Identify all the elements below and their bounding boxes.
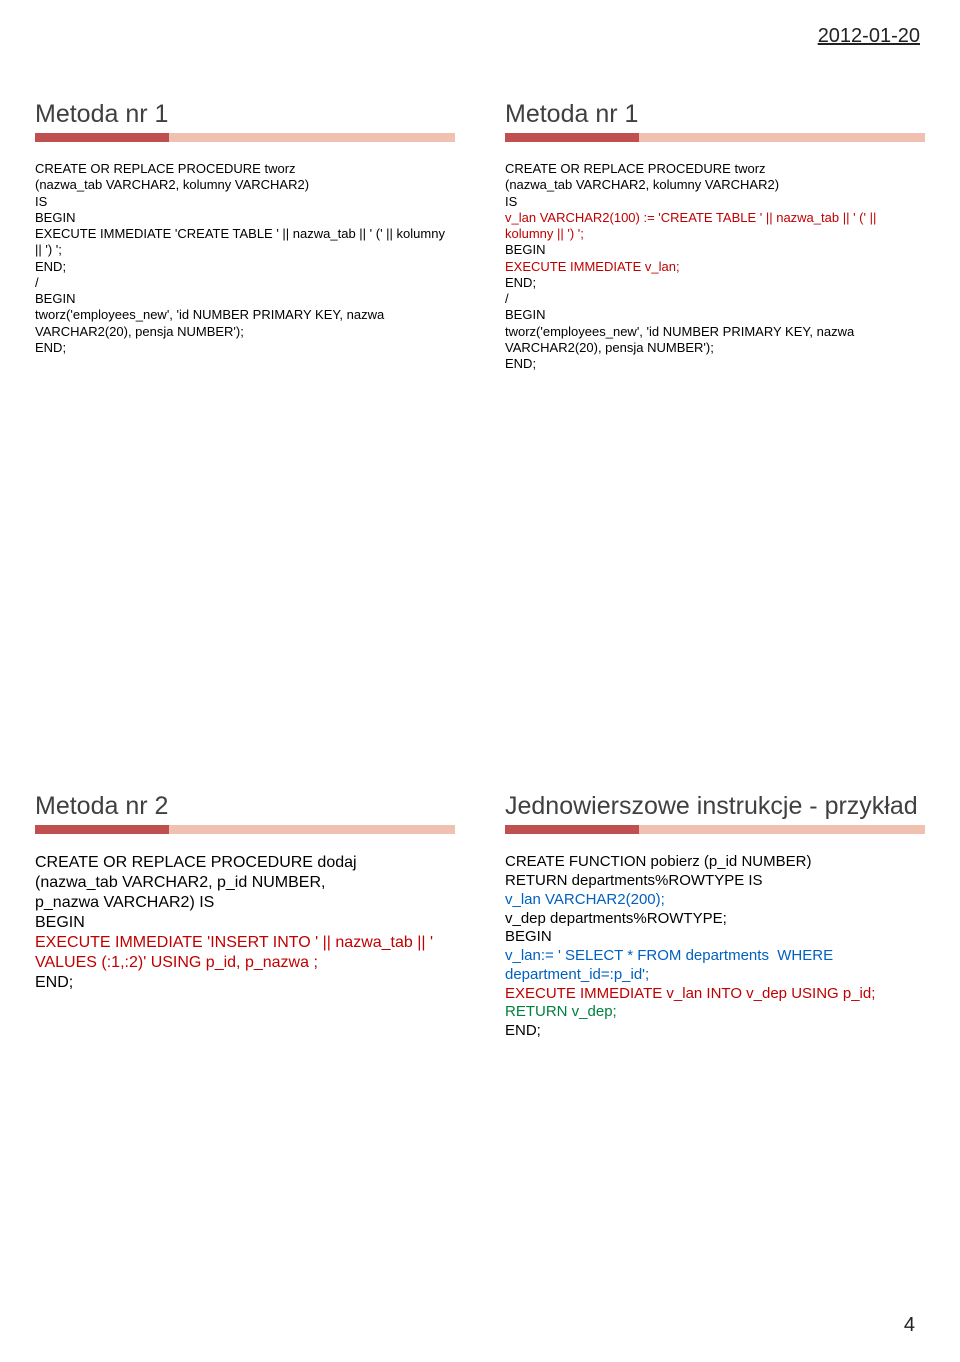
code-block: CREATE FUNCTION pobierz (p_id NUMBER)RET… xyxy=(505,853,925,1041)
slide-3: Metoda nr 2 CREATE OR REPLACE PROCEDURE … xyxy=(35,792,455,1041)
slide-4: Jednowierszowe instrukcje - przykład CRE… xyxy=(505,792,925,1041)
code-block: CREATE OR REPLACE PROCEDURE dodaj(nazwa_… xyxy=(35,853,455,993)
page-number: 4 xyxy=(904,1314,915,1337)
title-underline xyxy=(505,825,925,843)
slide-title: Jednowierszowe instrukcje - przykład xyxy=(505,792,925,821)
title-underline xyxy=(35,133,455,151)
slide-title: Metoda nr 1 xyxy=(505,100,925,129)
title-underline xyxy=(35,825,455,843)
code-block: CREATE OR REPLACE PROCEDURE tworz(nazwa_… xyxy=(505,161,925,372)
slide-2: Metoda nr 1 CREATE OR REPLACE PROCEDURE … xyxy=(505,100,925,372)
page-date: 2012-01-20 xyxy=(818,25,920,48)
slide-title: Metoda nr 1 xyxy=(35,100,455,129)
slides-grid: Metoda nr 1 CREATE OR REPLACE PROCEDURE … xyxy=(35,100,925,1041)
title-underline xyxy=(505,133,925,151)
code-block: CREATE OR REPLACE PROCEDURE tworz(nazwa_… xyxy=(35,161,455,356)
slide-title: Metoda nr 2 xyxy=(35,792,455,821)
slide-1: Metoda nr 1 CREATE OR REPLACE PROCEDURE … xyxy=(35,100,455,372)
